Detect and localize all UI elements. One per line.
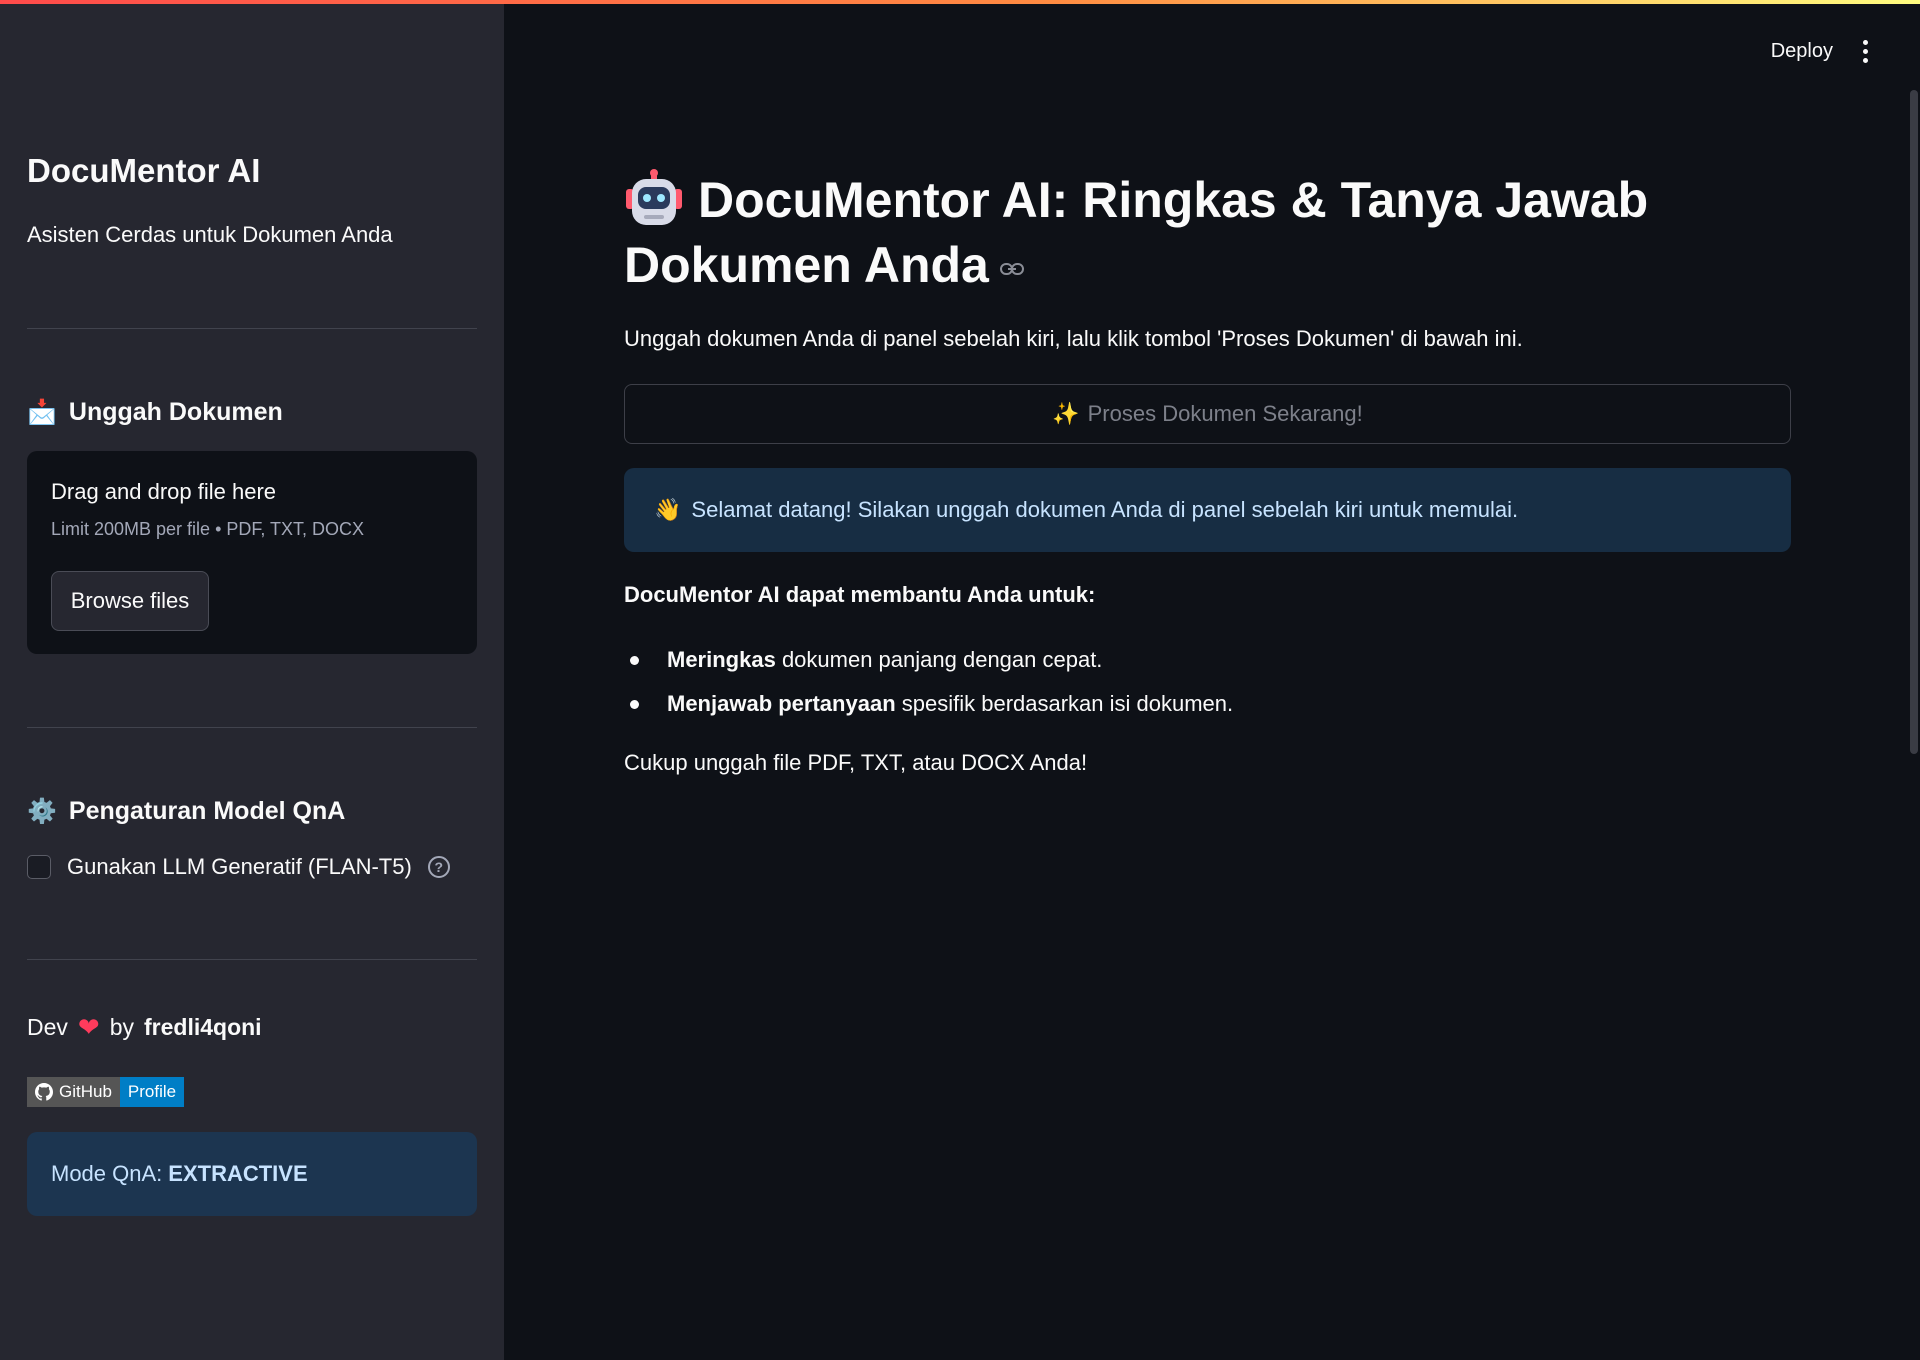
welcome-info-text: Selamat datang! Silakan unggah dokumen A… bbox=[691, 497, 1519, 522]
llm-toggle-row[interactable]: Gunakan LLM Generatif (FLAN-T5) ? bbox=[27, 854, 450, 880]
bullet-dot bbox=[630, 699, 639, 709]
page-title: DocuMentor AI: Ringkas & Tanya Jawab Dok… bbox=[624, 168, 1724, 298]
deploy-button[interactable]: Deploy bbox=[1771, 40, 1833, 63]
list-item: Meringkas dokumen panjang dengan cepat. bbox=[624, 638, 1233, 682]
dev-author: fredli4qoni bbox=[144, 1014, 262, 1040]
list-item: Menjawab pertanyaan spesifik berdasarkan… bbox=[624, 682, 1233, 726]
sidebar-subtitle: Asisten Cerdas untuk Dokumen Anda bbox=[27, 222, 393, 247]
divider bbox=[27, 727, 477, 728]
browse-files-button[interactable]: Browse files bbox=[51, 571, 209, 631]
top-decoration-bar bbox=[0, 0, 1920, 4]
welcome-info-alert: 👋 Selamat datang! Silakan unggah dokumen… bbox=[624, 468, 1791, 552]
gear-icon: ⚙️ bbox=[27, 798, 57, 825]
robot-icon bbox=[626, 168, 682, 225]
sidebar-title: DocuMentor AI bbox=[27, 152, 261, 189]
dropzone-limit-text: Limit 200MB per file • PDF, TXT, DOCX bbox=[51, 519, 365, 539]
sidebar: DocuMentor AI Asisten Cerdas untuk Dokum… bbox=[0, 0, 504, 1360]
dropzone-text: Drag and drop file here bbox=[51, 479, 277, 504]
process-document-button[interactable]: ✨ Proses Dokumen Sekarang! bbox=[624, 384, 1791, 444]
badge-right-label[interactable]: Profile bbox=[119, 1077, 185, 1107]
badge-left[interactable]: GitHub bbox=[27, 1077, 120, 1107]
mode-label: Mode QnA: bbox=[51, 1161, 163, 1186]
github-profile-badge[interactable]: GitHub Profile bbox=[27, 1077, 185, 1107]
settings-heading: ⚙️ Pengaturan Model QnA bbox=[27, 797, 345, 826]
github-icon bbox=[35, 1083, 53, 1101]
divider bbox=[27, 328, 477, 329]
qna-mode-box: Mode QnA: EXTRACTIVE bbox=[27, 1132, 477, 1216]
intro-text: Unggah dokumen Anda di panel sebelah kir… bbox=[624, 326, 1523, 351]
feature-rest: spesifik berdasarkan isi dokumen. bbox=[895, 691, 1234, 716]
dev-credit: Dev ❤ by fredli4qoni bbox=[27, 1012, 262, 1043]
heart-icon: ❤ bbox=[77, 1012, 100, 1042]
mode-value: EXTRACTIVE bbox=[168, 1161, 308, 1186]
file-dropzone[interactable]: Drag and drop file here Limit 200MB per … bbox=[27, 451, 477, 654]
llm-checkbox[interactable] bbox=[27, 855, 51, 879]
footer-text: Cukup unggah file PDF, TXT, atau DOCX An… bbox=[624, 750, 1088, 775]
settings-heading-label: Pengaturan Model QnA bbox=[68, 797, 346, 825]
help-icon[interactable]: ? bbox=[427, 856, 450, 878]
dev-prefix: Dev bbox=[27, 1014, 68, 1040]
inbox-tray-icon: 📩 bbox=[27, 399, 57, 426]
sparkles-icon: ✨ bbox=[1052, 401, 1080, 426]
feature-rest: dokumen panjang dengan cepat. bbox=[775, 647, 1103, 672]
upload-heading: 📩 Unggah Dokumen bbox=[27, 398, 283, 427]
app-header: Deploy bbox=[1771, 40, 1868, 63]
page-title-text: DocuMentor AI: Ringkas & Tanya Jawab Dok… bbox=[624, 172, 1649, 293]
badge-left-label: GitHub bbox=[59, 1082, 112, 1101]
divider bbox=[27, 959, 477, 960]
waving-hand-icon: 👋 bbox=[654, 497, 682, 522]
scrollbar-thumb[interactable] bbox=[1910, 90, 1918, 754]
llm-checkbox-label[interactable]: Gunakan LLM Generatif (FLAN-T5) bbox=[67, 854, 412, 880]
more-options-icon[interactable] bbox=[1863, 40, 1868, 63]
feature-bold: Menjawab pertanyaan bbox=[667, 691, 896, 716]
dev-by: by bbox=[109, 1014, 134, 1040]
features-list: Meringkas dokumen panjang dengan cepat. … bbox=[624, 638, 1233, 726]
anchor-link-icon[interactable] bbox=[999, 261, 1025, 277]
upload-heading-label: Unggah Dokumen bbox=[68, 398, 283, 426]
features-heading: DocuMentor AI dapat membantu Anda untuk: bbox=[624, 582, 1096, 607]
scrollbar[interactable] bbox=[1910, 90, 1920, 754]
process-button-label: Proses Dokumen Sekarang! bbox=[1087, 401, 1363, 426]
feature-bold: Meringkas bbox=[667, 647, 776, 672]
bullet-dot bbox=[630, 655, 639, 665]
